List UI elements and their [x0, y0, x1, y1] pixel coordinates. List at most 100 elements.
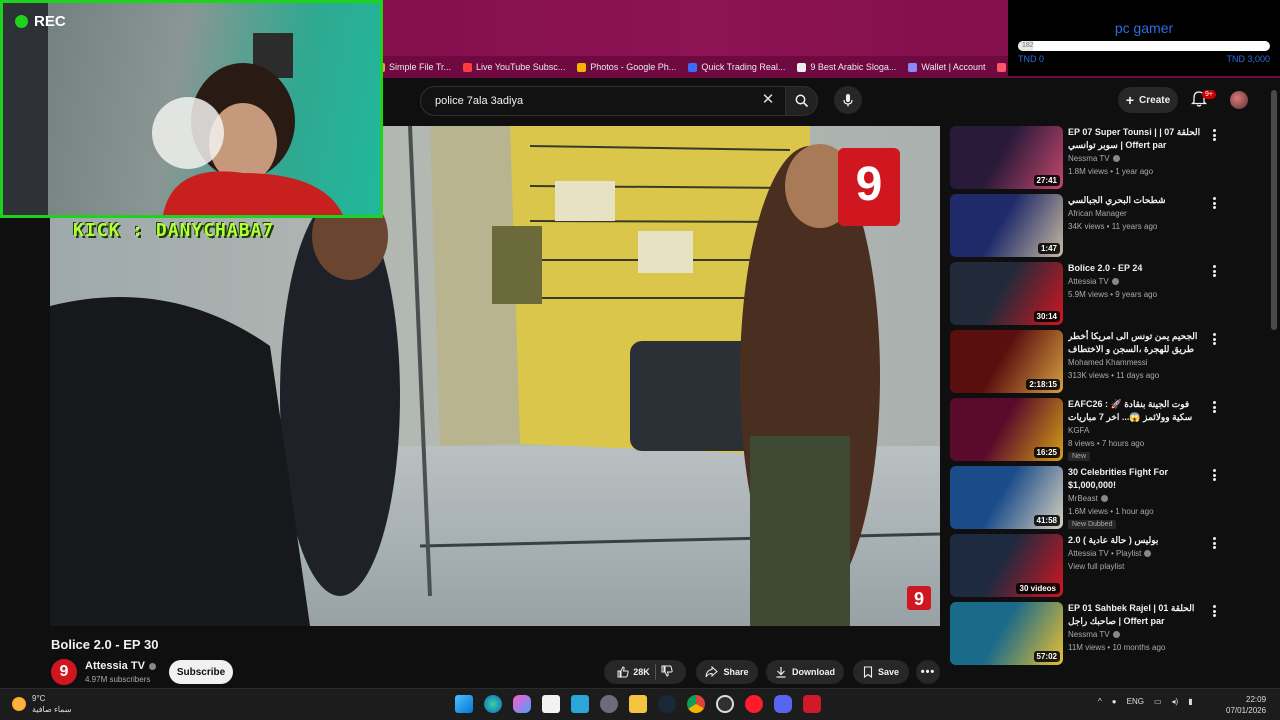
- page-scrollbar[interactable]: [1271, 90, 1277, 330]
- recommendation-channel[interactable]: MrBeast: [1068, 494, 1098, 503]
- video-thumbnail[interactable]: 2:18:15: [950, 330, 1063, 393]
- recommendation-title[interactable]: بوليس ( حالة عادية ) 2.0: [1068, 534, 1208, 547]
- more-vertical-icon[interactable]: [1210, 264, 1218, 278]
- microphone-tray-icon[interactable]: ●: [1112, 697, 1117, 706]
- recommendation-channel[interactable]: Nessma TV: [1068, 630, 1110, 639]
- bookmark-item[interactable]: Quick Trading Real...: [688, 62, 785, 72]
- dislike-button[interactable]: [661, 665, 673, 679]
- weather-widget[interactable]: 9°C سماء صافية: [12, 693, 72, 715]
- channel-name-link[interactable]: Attessia TV: [85, 660, 156, 672]
- recommendation-meta[interactable]: View full playlist: [1068, 562, 1124, 571]
- recommendation-channel[interactable]: Nessma TV: [1068, 154, 1110, 163]
- recommendation-title[interactable]: EAFC26 : 🚀 فوت الجينة بنقادة سكية وولائم…: [1068, 398, 1208, 424]
- recommendation-channel[interactable]: Attessia TV • Playlist: [1068, 549, 1141, 558]
- video-thumbnail[interactable]: 30:14: [950, 262, 1063, 325]
- recommendation-item[interactable]: 30:14 Bolice 2.0 - EP 24 Attessia TV 5.9M v…: [950, 262, 1270, 326]
- more-vertical-icon[interactable]: [1210, 400, 1218, 414]
- recommendation-item[interactable]: 41:58 30 Celebrities Fight For $1,000,000…: [950, 466, 1270, 530]
- more-vertical-icon[interactable]: [1210, 128, 1218, 142]
- goal-range: TND 0 TND 3,000: [1018, 54, 1270, 64]
- recommendation-channel[interactable]: African Manager: [1068, 209, 1127, 218]
- recommendation-item[interactable]: 27:41 EP 07 Super Tounsi | | الحلقة 07 سو…: [950, 126, 1270, 190]
- recommendation-item[interactable]: 2:18:15 الجحيم يمن تونس الى امريكا أخطر ط…: [950, 330, 1270, 394]
- recommendation-title[interactable]: الجحيم يمن تونس الى امريكا أخطر طريق لله…: [1068, 330, 1208, 357]
- bookmark-item[interactable]: Simple File Tr...: [376, 62, 451, 72]
- language-indicator[interactable]: ENG: [1127, 697, 1144, 706]
- video-thumbnail[interactable]: 27:41: [950, 126, 1063, 189]
- svg-text:9: 9: [914, 589, 924, 609]
- photos-icon[interactable]: [571, 695, 589, 713]
- edge-icon[interactable]: [484, 695, 502, 713]
- volume-icon[interactable]: ◂): [1172, 697, 1179, 706]
- app-red-icon[interactable]: [803, 695, 821, 713]
- recommendation-title[interactable]: EP 01 Sahbek Rajel | 01 الحلقة صاحبك راج…: [1068, 602, 1208, 629]
- search-input[interactable]: police 7ala 3adiya: [420, 86, 786, 116]
- account-avatar[interactable]: [1230, 91, 1248, 109]
- voice-search-button[interactable]: [834, 86, 862, 114]
- recommendation-channel[interactable]: Mohamed Khammessi: [1068, 358, 1148, 367]
- recommendation-title[interactable]: شطحات البحري الجبالسي: [1068, 194, 1208, 207]
- recommendation-item[interactable]: 16:25 EAFC26 : 🚀 فوت الجينة بنقادة سكية و…: [950, 398, 1270, 462]
- obs-icon[interactable]: [716, 695, 734, 713]
- save-button[interactable]: Save: [853, 660, 909, 684]
- file-explorer-icon[interactable]: [629, 695, 647, 713]
- record-dot-icon: [15, 15, 28, 28]
- search-button[interactable]: [786, 86, 818, 116]
- copilot-icon[interactable]: [513, 695, 531, 713]
- more-horizontal-icon: •••: [920, 666, 936, 678]
- network-icon[interactable]: ▭: [1154, 697, 1162, 706]
- recommendation-title[interactable]: 30 Celebrities Fight For $1,000,000!: [1068, 466, 1208, 492]
- more-vertical-icon[interactable]: [1210, 332, 1218, 346]
- more-vertical-icon[interactable]: [1210, 536, 1218, 550]
- svg-text:9: 9: [856, 158, 883, 211]
- more-vertical-icon[interactable]: [1210, 604, 1218, 618]
- channel-avatar[interactable]: 9: [51, 659, 77, 685]
- video-thumbnail[interactable]: 16:25: [950, 398, 1063, 461]
- chrome-icon[interactable]: [687, 695, 705, 713]
- bookmark-item[interactable]: Live YouTube Subsc...: [463, 62, 565, 72]
- recommendation-item[interactable]: 1:47 شطحات البحري الجبالسي African Manager…: [950, 194, 1270, 258]
- clear-search-icon[interactable]: ✕: [760, 92, 776, 108]
- recommendation-meta: 8 views • 7 hours ago: [1068, 439, 1145, 448]
- bookmark-item[interactable]: Photos - Google Ph...: [577, 62, 676, 72]
- share-button[interactable]: Share: [696, 660, 758, 684]
- create-button[interactable]: + Create: [1118, 87, 1178, 113]
- video-thumbnail[interactable]: 41:58: [950, 466, 1063, 529]
- chevron-up-icon[interactable]: ^: [1098, 697, 1102, 706]
- more-vertical-icon[interactable]: [1210, 196, 1218, 210]
- notification-count-badge: 9+: [1202, 90, 1216, 99]
- like-button[interactable]: 28K: [617, 666, 650, 678]
- store-icon[interactable]: [542, 695, 560, 713]
- opera-icon[interactable]: [745, 695, 763, 713]
- recording-indicator: REC: [15, 13, 66, 30]
- steam-icon[interactable]: [658, 695, 676, 713]
- video-thumbnail[interactable]: 30 videos: [950, 534, 1063, 597]
- share-icon: [705, 666, 719, 678]
- recommendation-item[interactable]: 30 videos بوليس ( حالة عادية ) 2.0 Attessi…: [950, 534, 1270, 598]
- bookmark-item[interactable]: 9 Best Arabic Sloga...: [797, 62, 896, 72]
- video-duration: 30:14: [1033, 311, 1060, 322]
- bookmark-favicon-icon: [797, 62, 807, 72]
- more-actions-button[interactable]: •••: [916, 660, 940, 684]
- video-thumbnail[interactable]: 57:02: [950, 602, 1063, 665]
- windows-start-icon[interactable]: [455, 695, 473, 713]
- bookmark-item[interactable]: Wallet | Account: [908, 62, 985, 72]
- subscribe-button[interactable]: Subscribe: [169, 660, 233, 684]
- bookmark-label: 9 Best Arabic Sloga...: [810, 62, 897, 72]
- discord-icon[interactable]: [774, 695, 792, 713]
- settings-icon[interactable]: [600, 695, 618, 713]
- recommendation-meta: 5.9M views • 9 years ago: [1068, 290, 1158, 299]
- recommendation-channel[interactable]: KGFA: [1068, 426, 1089, 435]
- verified-icon: [1100, 495, 1108, 502]
- recommendation-title[interactable]: EP 07 Super Tounsi | | الحلقة 07 سوبر تو…: [1068, 126, 1208, 153]
- subscriber-count: 4.97M subscribers: [85, 675, 151, 684]
- search-query: police 7ala 3adiya: [435, 95, 524, 107]
- system-clock[interactable]: 22:09 07/01/2026: [1226, 694, 1266, 716]
- recommendation-item[interactable]: 57:02 EP 01 Sahbek Rajel | 01 الحلقة صاحب…: [950, 602, 1270, 666]
- download-button[interactable]: Download: [766, 660, 844, 684]
- recommendation-title[interactable]: Bolice 2.0 - EP 24: [1068, 262, 1208, 275]
- battery-icon[interactable]: ▮: [1188, 697, 1192, 706]
- video-thumbnail[interactable]: 1:47: [950, 194, 1063, 257]
- more-vertical-icon[interactable]: [1210, 468, 1218, 482]
- recommendation-channel[interactable]: Attessia TV: [1068, 277, 1109, 286]
